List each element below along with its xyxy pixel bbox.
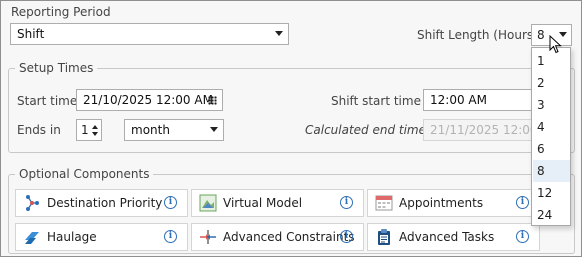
calendar-picker-icon[interactable] bbox=[208, 96, 217, 105]
shift-length-option[interactable]: 12 bbox=[533, 182, 570, 204]
clipboard-icon bbox=[374, 228, 394, 246]
component-advanced-constraints[interactable]: Advanced Constraints i bbox=[191, 223, 364, 251]
virtual-model-icon bbox=[198, 194, 218, 212]
decrement-arrow-icon[interactable] bbox=[92, 132, 98, 136]
component-label: Haulage bbox=[47, 230, 97, 244]
ends-in-stepper[interactable]: 1 bbox=[76, 119, 102, 141]
calendar-icon bbox=[374, 194, 394, 212]
shift-start-value: 12:00 AM bbox=[430, 93, 487, 107]
shift-length-option[interactable]: 3 bbox=[533, 94, 570, 116]
start-time-input[interactable]: 21/10/2025 12:00 AM bbox=[76, 89, 223, 111]
ends-in-unit-value: month bbox=[131, 123, 170, 137]
reporting-period-value: Shift bbox=[17, 27, 45, 41]
ends-in-value: 1 bbox=[81, 123, 89, 137]
component-label: Destination Priority bbox=[47, 196, 163, 210]
component-advanced-tasks[interactable]: Advanced Tasks i bbox=[367, 223, 540, 251]
start-time-label: Start time bbox=[17, 94, 78, 108]
chevron-down-icon bbox=[275, 31, 283, 36]
shift-length-option[interactable]: 2 bbox=[533, 72, 570, 94]
shift-length-option[interactable]: 24 bbox=[533, 204, 570, 226]
ends-in-unit-select[interactable]: month bbox=[124, 119, 224, 141]
calculated-end-value: 21/11/2025 12:00 AM bbox=[430, 123, 532, 137]
shift-start-label: Shift start time bbox=[331, 94, 421, 108]
component-appointments[interactable]: Appointments i bbox=[367, 189, 540, 217]
component-label: Advanced Constraints bbox=[223, 230, 355, 244]
shift-length-option[interactable]: 4 bbox=[533, 116, 570, 138]
increment-arrow-icon[interactable] bbox=[92, 125, 98, 129]
component-destination-priority[interactable]: Destination Priority i bbox=[15, 189, 188, 217]
shift-length-dropdown-list: 1 2 3 4 6 8 12 24 bbox=[531, 47, 571, 226]
shift-length-label: Shift Length (Hours) bbox=[417, 28, 538, 42]
destination-priority-icon bbox=[22, 194, 42, 212]
constraints-icon bbox=[198, 228, 218, 246]
calculated-end-label: Calculated end time bbox=[305, 123, 427, 137]
component-label: Virtual Model bbox=[223, 196, 303, 210]
info-icon[interactable]: i bbox=[340, 196, 353, 209]
component-haulage[interactable]: Haulage i bbox=[15, 223, 188, 251]
shift-length-value: 8 bbox=[537, 28, 545, 42]
reporting-settings-panel: Reporting Period Shift Shift Length (Hou… bbox=[0, 0, 582, 257]
chevron-down-icon bbox=[210, 127, 218, 132]
mouse-cursor-icon bbox=[549, 34, 565, 55]
calculated-end-input: 21/11/2025 12:00 AM bbox=[423, 119, 533, 141]
start-time-value: 21/10/2025 12:00 AM bbox=[83, 93, 213, 107]
info-icon[interactable]: i bbox=[340, 230, 353, 243]
haulage-icon bbox=[22, 228, 42, 246]
optional-components-legend: Optional Components bbox=[19, 167, 150, 181]
component-virtual-model[interactable]: Virtual Model i bbox=[191, 189, 364, 217]
component-label: Advanced Tasks bbox=[399, 230, 495, 244]
reporting-period-select[interactable]: Shift bbox=[10, 23, 289, 45]
ends-in-label: Ends in bbox=[17, 123, 61, 137]
setup-times-legend: Setup Times bbox=[19, 61, 94, 75]
shift-length-option[interactable]: 6 bbox=[533, 138, 570, 160]
shift-length-option-selected[interactable]: 8 bbox=[533, 160, 570, 182]
component-label: Appointments bbox=[399, 196, 484, 210]
info-icon[interactable]: i bbox=[516, 230, 529, 243]
info-icon[interactable]: i bbox=[164, 196, 177, 209]
shift-start-input[interactable]: 12:00 AM bbox=[423, 89, 533, 111]
info-icon[interactable]: i bbox=[516, 196, 529, 209]
reporting-period-label: Reporting Period bbox=[11, 5, 111, 19]
info-icon[interactable]: i bbox=[164, 230, 177, 243]
